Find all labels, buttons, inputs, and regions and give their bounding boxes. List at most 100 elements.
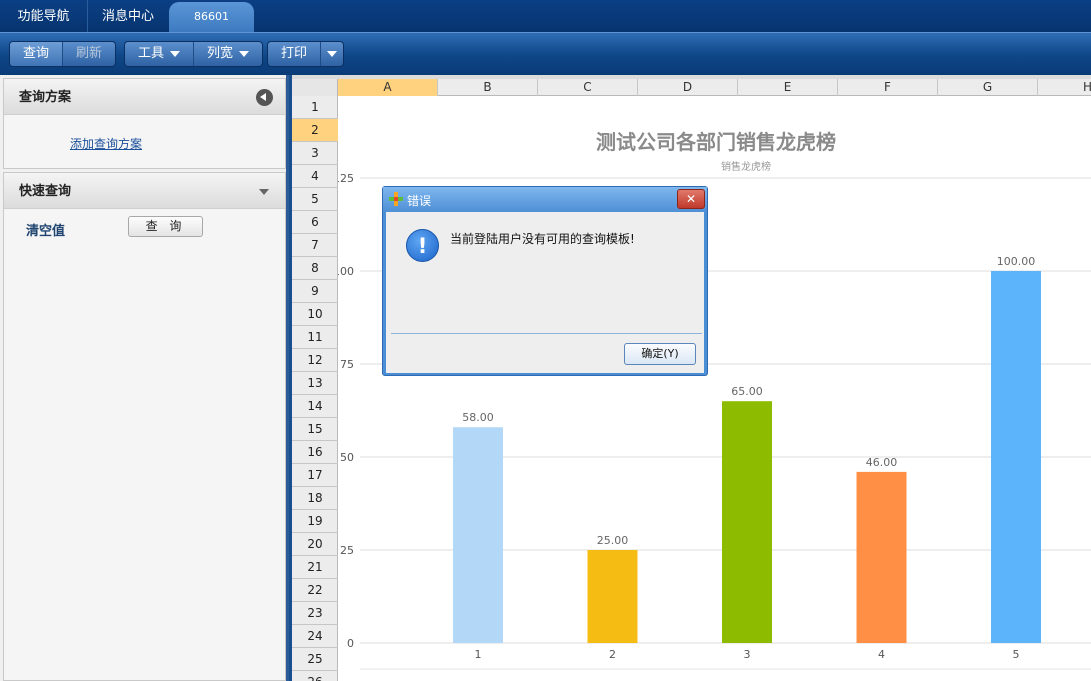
chart-subtitle: 销售龙虎榜 <box>721 160 771 173</box>
data-label: 46.00 <box>866 456 898 469</box>
row-header-18[interactable]: 18 <box>292 487 338 510</box>
app-logo-icon <box>389 192 403 206</box>
x-tick-label: 1 <box>475 648 482 661</box>
x-tick-label: 5 <box>1013 648 1020 661</box>
column-header-b[interactable]: B <box>438 79 538 96</box>
row-header-4[interactable]: 4 <box>292 165 338 188</box>
row-header-3[interactable]: 3 <box>292 142 338 165</box>
y-tick-label: 25 <box>340 544 354 557</box>
bar <box>722 401 772 643</box>
row-header-bar: 1 2 3 4 5 6 7 8 9 10 11 12 13 14 15 16 17 18 19 20 21 22 23 24 2… <box>292 96 338 681</box>
dialog-titlebar[interactable]: 错误 ✕ <box>383 187 707 212</box>
dialog-close-button[interactable]: ✕ <box>677 189 705 209</box>
quick-query-button[interactable]: 查 询 <box>128 216 203 237</box>
refresh-label: 刷新 <box>76 46 103 61</box>
print-dropdown-button[interactable] <box>321 42 343 66</box>
ok-button[interactable]: 确定(Y) <box>624 343 696 365</box>
row-header-9[interactable]: 9 <box>292 280 338 303</box>
chart-title: 测试公司各部门销售龙虎榜 <box>596 130 836 154</box>
print-button[interactable]: 打印 <box>268 42 322 66</box>
column-header-d[interactable]: D <box>638 79 738 96</box>
row-header-20[interactable]: 20 <box>292 533 338 556</box>
print-label: 打印 <box>281 46 308 61</box>
row-header-10[interactable]: 10 <box>292 303 338 326</box>
add-query-scheme-link[interactable]: 添加查询方案 <box>70 135 142 152</box>
row-header-25[interactable]: 25 <box>292 648 338 671</box>
row-header-7[interactable]: 7 <box>292 234 338 257</box>
column-width-menu-button[interactable]: 列宽 <box>194 42 262 66</box>
column-header-g[interactable]: G <box>938 79 1038 96</box>
query-label: 查询 <box>23 46 50 61</box>
exclamation-icon: ! <box>406 229 439 262</box>
row-header-1[interactable]: 1 <box>292 96 338 119</box>
row-header-2[interactable]: 2 <box>292 119 338 142</box>
query-refresh-group: 查询 刷新 <box>9 41 117 67</box>
quick-query-title: 快速查询 <box>19 184 72 199</box>
dialog-body: ! 当前登陆用户没有可用的查询模板! 确定(Y) <box>386 212 704 373</box>
refresh-button[interactable]: 刷新 <box>63 42 115 66</box>
row-header-16[interactable]: 16 <box>292 441 338 464</box>
dialog-title: 错误 <box>407 194 432 208</box>
query-scheme-title: 查询方案 <box>19 90 72 105</box>
column-width-label: 列宽 <box>207 46 234 61</box>
row-header-11[interactable]: 11 <box>292 326 338 349</box>
clear-values-label[interactable]: 清空值 <box>26 220 65 239</box>
row-header-6[interactable]: 6 <box>292 211 338 234</box>
chevron-down-icon <box>170 51 181 57</box>
column-header-c[interactable]: C <box>538 79 638 96</box>
row-header-23[interactable]: 23 <box>292 602 338 625</box>
row-header-24[interactable]: 24 <box>292 625 338 648</box>
chevron-down-icon[interactable] <box>259 189 269 195</box>
data-label: 58.00 <box>462 411 494 424</box>
column-header-bar: ABCDEFGH <box>292 79 1091 96</box>
column-header-e[interactable]: E <box>738 79 838 96</box>
sales-bar-chart: 测试公司各部门销售龙虎榜销售龙虎榜025507510012558.00125.0… <box>338 130 1091 670</box>
data-label: 65.00 <box>731 385 763 398</box>
tab-function-nav[interactable]: 功能导航 <box>0 0 88 32</box>
error-dialog: 错误 ✕ ! 当前登陆用户没有可用的查询模板! 确定(Y) <box>382 186 708 376</box>
select-all-corner[interactable] <box>292 79 338 96</box>
x-tick-label: 4 <box>878 648 885 661</box>
y-tick-label: 75 <box>340 358 354 371</box>
dialog-separator <box>391 333 702 334</box>
tools-menu-button[interactable]: 工具 <box>125 42 195 66</box>
row-header-21[interactable]: 21 <box>292 556 338 579</box>
query-scheme-section: 查询方案 添加查询方案 <box>3 78 286 169</box>
data-label: 25.00 <box>597 534 629 547</box>
y-tick-label: 0 <box>347 637 354 650</box>
row-header-19[interactable]: 19 <box>292 510 338 533</box>
row-header-13[interactable]: 13 <box>292 372 338 395</box>
left-panel: 查询方案 添加查询方案 快速查询 清空值 查 询 <box>0 75 289 681</box>
bar <box>453 427 503 643</box>
tools-label: 工具 <box>138 46 165 61</box>
column-header-h[interactable]: H <box>1038 79 1091 96</box>
y-tick-label: 100 <box>338 265 354 278</box>
bar <box>856 471 907 643</box>
row-header-26[interactable]: 26 <box>292 671 338 681</box>
toolbar: 查询 刷新 工具 列宽 打印 <box>0 32 1091 75</box>
bar <box>587 550 638 643</box>
query-scheme-header[interactable]: 查询方案 <box>4 79 285 115</box>
tab-report-86601[interactable]: 86601 <box>169 2 254 32</box>
query-button[interactable]: 查询 <box>10 42 64 66</box>
row-header-5[interactable]: 5 <box>292 188 338 211</box>
row-header-12[interactable]: 12 <box>292 349 338 372</box>
print-group: 打印 <box>267 41 345 67</box>
top-tab-bar: 功能导航 消息中心 86601 <box>0 0 1091 32</box>
data-label: 100.00 <box>997 255 1036 268</box>
y-tick-label: 125 <box>338 172 354 185</box>
row-header-22[interactable]: 22 <box>292 579 338 602</box>
tab-message-center[interactable]: 消息中心 <box>88 0 168 32</box>
y-tick-label: 50 <box>340 451 354 464</box>
row-header-8[interactable]: 8 <box>292 257 338 280</box>
column-header-f[interactable]: F <box>838 79 938 96</box>
row-header-15[interactable]: 15 <box>292 418 338 441</box>
row-header-17[interactable]: 17 <box>292 464 338 487</box>
row-header-14[interactable]: 14 <box>292 395 338 418</box>
x-tick-label: 3 <box>744 648 751 661</box>
quick-query-header[interactable]: 快速查询 <box>4 173 285 209</box>
x-tick-label: 2 <box>609 648 616 661</box>
collapse-left-icon[interactable] <box>256 89 273 106</box>
column-header-a[interactable]: A <box>338 79 438 96</box>
chevron-down-icon <box>327 51 338 57</box>
